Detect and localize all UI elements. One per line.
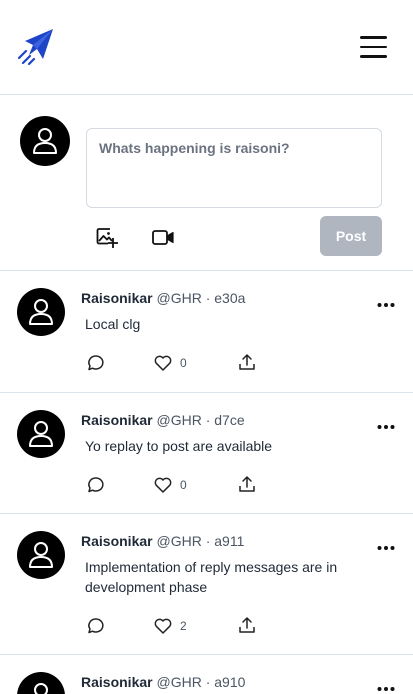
share-upload-icon[interactable] (237, 474, 257, 494)
post-text: Implementation of reply messages are in … (85, 559, 338, 595)
video-camera-icon[interactable] (151, 226, 175, 250)
author-handle: @GHR (156, 412, 202, 428)
user-icon (29, 542, 53, 568)
compose-textarea[interactable] (86, 128, 382, 208)
more-horizontal-icon[interactable] (377, 679, 395, 691)
meta-separator: · (205, 674, 211, 690)
post-id: e30a (214, 290, 246, 306)
meta-separator: · (205, 290, 211, 306)
share-upload-icon[interactable] (237, 615, 257, 635)
heart-icon[interactable] (153, 475, 173, 495)
share-upload-icon[interactable] (237, 352, 257, 372)
user-icon (29, 299, 53, 325)
meta-separator: · (205, 412, 211, 428)
author-handle: @GHR (156, 290, 202, 306)
user-icon (33, 128, 57, 154)
author-name[interactable]: Raisonikar (81, 412, 153, 428)
author-name[interactable]: Raisonikar (81, 674, 153, 690)
post-id: a911 (214, 533, 245, 549)
post-id: d7ce (214, 412, 245, 428)
heart-icon[interactable] (153, 353, 173, 373)
user-icon (34, 683, 48, 694)
post-card[interactable]: Raisonikar @GHR · a911 Implementation of… (0, 514, 413, 655)
post-card[interactable]: Raisonikar @GHR · e30a Local clg 0 (0, 271, 413, 393)
post-composer: Post (0, 96, 413, 271)
top-header (0, 0, 413, 95)
post-card[interactable]: Raisonikar @GHR · d7ce Yo replay to post… (0, 393, 413, 514)
author-name[interactable]: Raisonikar (81, 290, 153, 306)
like-count: 2 (180, 619, 187, 633)
like-count: 0 (180, 356, 187, 370)
post-header: Raisonikar @GHR · e30a (81, 290, 245, 306)
post-button[interactable]: Post (320, 216, 382, 256)
post-header: Raisonikar @GHR · a910 (81, 674, 245, 690)
hamburger-menu-icon[interactable] (360, 36, 390, 60)
user-icon (29, 421, 53, 447)
author-avatar[interactable] (17, 672, 65, 694)
post-id: a910 (214, 674, 246, 690)
author-handle: @GHR (156, 674, 202, 690)
post-text: Yo replay to post are available (85, 438, 273, 454)
user-avatar (20, 116, 70, 166)
post-header: Raisonikar @GHR · d7ce (81, 412, 245, 428)
author-name[interactable]: Raisonikar (81, 533, 153, 549)
author-avatar[interactable] (17, 410, 65, 458)
author-avatar[interactable] (17, 288, 65, 336)
more-horizontal-icon[interactable] (377, 417, 395, 429)
like-count: 0 (180, 478, 187, 492)
post-header: Raisonikar @GHR · a911 (81, 533, 244, 549)
comment-bubble-icon[interactable] (86, 475, 106, 495)
post-card[interactable]: Raisonikar @GHR · a910 (0, 655, 413, 694)
comment-bubble-icon[interactable] (86, 353, 106, 373)
post-text: Local clg (85, 316, 141, 332)
comment-bubble-icon[interactable] (86, 616, 106, 636)
post-feed: Raisonikar @GHR · e30a Local clg 0 Raiso… (0, 271, 413, 694)
image-add-icon[interactable] (95, 226, 119, 250)
author-avatar[interactable] (17, 531, 65, 579)
paper-plane-logo-icon[interactable] (16, 27, 56, 67)
meta-separator: · (205, 533, 211, 549)
heart-icon[interactable] (153, 616, 173, 636)
more-horizontal-icon[interactable] (377, 295, 395, 307)
more-horizontal-icon[interactable] (377, 538, 395, 550)
author-handle: @GHR (156, 533, 202, 549)
